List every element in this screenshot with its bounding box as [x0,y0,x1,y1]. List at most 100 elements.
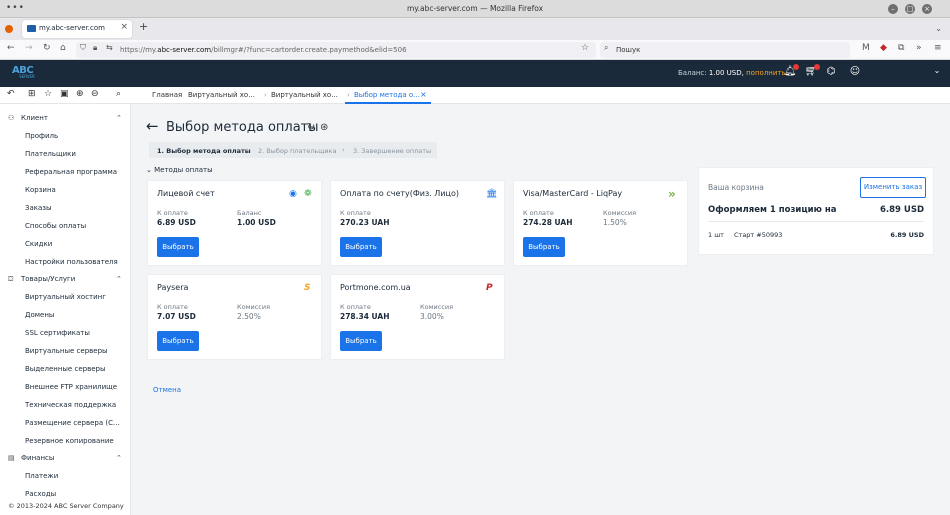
tab-list-chevron-icon[interactable]: ⌄ [935,24,942,33]
search-bar[interactable]: ⌕ Пошук [600,42,850,58]
account-wallet-icon: ◉ [289,189,297,199]
permissions-icon[interactable]: ⇆ [106,43,113,52]
cart-divider [708,221,924,222]
search-placeholder: Пошук [616,46,641,54]
select-button[interactable]: Выбрать [157,237,199,257]
cart-summary: Оформляем 1 позицию на [708,205,837,215]
sidebar-item-vps[interactable]: Виртуальные серверы [25,347,108,355]
step-separator-icon: › [342,146,345,154]
sidebar-item-support[interactable]: Техническая поддержка [25,401,116,409]
maximize-icon[interactable]: □ [905,4,915,14]
minimize-icon[interactable]: – [888,4,898,14]
favorite-star-icon[interactable]: ☆ [44,89,52,99]
extension-badge-icon[interactable]: ◆ [880,43,887,53]
step-2: 2. Выбор плательщика [258,147,337,155]
favicon-icon [27,25,36,32]
notification-bell-icon[interactable]: 🔔︎ [783,64,799,80]
select-button[interactable]: Выбрать [523,237,565,257]
sidebar-item-referral[interactable]: Реферальная программа [25,168,117,176]
card-title: Лицевой счет [157,189,215,198]
back-arrow-icon[interactable]: ← [146,117,159,135]
step-separator-icon: › [246,146,249,154]
sidebar-group-products[interactable]: ⛋ Товары/Услуги [8,275,75,284]
paymethod-card-liqpay[interactable]: Visa/MasterCard - LiqPay » К оплате 274.… [513,180,688,266]
breadcrumb-hosting-1[interactable]: Виртуальный хо... [188,91,255,99]
paymethod-card-portmone[interactable]: Portmone.com.ua P К оплате 278.34 UAH Ко… [330,274,505,360]
sidebar-item-payers[interactable]: Плательщики [25,150,76,158]
search-icon[interactable]: ⌕ [116,89,121,99]
breadcrumb-home[interactable]: Главная [152,91,182,99]
zoom-in-icon[interactable]: ⊕ [76,89,84,99]
methods-section-toggle[interactable]: ⌄ Методы оплаты [146,166,213,174]
select-button[interactable]: Выбрать [340,237,382,257]
breadcrumb-separator: › [264,91,267,99]
user-icon[interactable]: ☺ [848,66,862,80]
sidebar-item-profile[interactable]: Профиль [25,132,58,140]
portmone-icon: P [486,283,493,293]
cart-icon[interactable]: 🛒︎ [804,64,820,80]
toolbar: ↶ ⊞ ☆ ▣ ⊕ ⊖ ⌕ Главная Виртуальный хо... … [0,87,950,104]
paysera-icon: S [304,283,311,293]
paymethod-card-account[interactable]: Лицевой счет ◉ ❁ К оплате 6.89 USD Балан… [147,180,322,266]
briefcase-icon[interactable]: ▣ [60,89,69,99]
chevron-up-icon[interactable]: ⌃ [116,275,122,283]
gmail-icon[interactable]: M [862,43,870,53]
sidebar-group-client[interactable]: ⚇ Клиент [8,114,48,122]
forward-icon[interactable]: → [25,43,33,53]
abc-logo[interactable]: ABC SERVER [12,65,42,81]
sidebar-item-orders[interactable]: Заказы [25,204,52,212]
cart-item-name: Старт #50993 [734,231,783,239]
breadcrumb-close-icon[interactable]: × [420,90,427,99]
paymethod-card-paysera[interactable]: Paysera S К оплате 7.07 USD Комиссия 2.5… [147,274,322,360]
edit-order-button[interactable]: Изменить заказ [860,177,926,198]
zoom-out-icon[interactable]: ⊖ [91,89,99,99]
sidebar-item-ftp-storage[interactable]: Внешнее FTP хранилище [25,383,117,391]
chevron-up-icon[interactable]: ⌃ [116,454,122,462]
breadcrumb-hosting-2[interactable]: Виртуальный хо... [271,91,338,99]
close-window-icon[interactable]: × [922,4,932,14]
sidebar-item-payment-methods[interactable]: Способы оплаты [25,222,86,230]
cancel-link[interactable]: Отмена [153,386,181,394]
sidebar-item-cart[interactable]: Корзина [25,186,56,194]
back-icon[interactable]: ← [7,43,15,53]
overflow-menu-icon[interactable]: » [916,43,922,53]
hamburger-menu-icon[interactable]: ≡ [934,43,942,53]
support-headset-icon[interactable]: ⌬ [824,66,838,80]
extensions-icon[interactable]: ⧉ [898,43,904,53]
sidebar-item-domains[interactable]: Домены [25,311,54,319]
sidebar-item-expenses[interactable]: Расходы [25,490,56,498]
sidebar-item-ssl[interactable]: SSL сертификаты [25,329,90,337]
select-button[interactable]: Выбрать [340,331,382,351]
breadcrumb-paymethod[interactable]: Выбор метода о... [354,91,420,99]
user-menu-chevron-icon[interactable]: ⌄ [930,66,944,80]
box-icon: ⛋ [8,275,14,283]
chevron-up-icon[interactable]: ⌃ [116,114,122,122]
sidebar-item-payments[interactable]: Платежи [25,472,58,480]
reload-icon[interactable]: ↻ [43,43,51,53]
new-tab-icon[interactable]: + [139,20,148,33]
sidebar-item-discounts[interactable]: Скидки [25,240,52,248]
tab-close-icon[interactable]: × [120,22,128,32]
url-bar[interactable]: ⛉ 🔒︎ ⇆ https://my.abc-server.com/billmgr… [76,42,596,58]
card-title: Visa/MasterCard - LiqPay [523,189,623,198]
sidebar-item-colocation[interactable]: Размещение сервера (С... [25,419,120,427]
copyright: © 2013-2024 ABC Server Company [8,502,124,510]
shield-icon[interactable]: ⛉ [80,43,86,53]
sidebar-back-icon[interactable]: ↶ [7,89,15,99]
sidebar-item-virtual-hosting[interactable]: Виртуальный хостинг [25,293,106,301]
refresh-icon[interactable]: ↻ [307,122,315,133]
sidebar-item-dedicated[interactable]: Выделенные серверы [25,365,105,373]
select-button[interactable]: Выбрать [157,331,199,351]
sidebar-item-user-settings[interactable]: Настройки пользователя [25,258,118,266]
lock-icon[interactable]: 🔒︎ [93,43,97,53]
paymethod-card-invoice[interactable]: Оплата по счету(Физ. Лицо) 🏛︎ К оплате 2… [330,180,505,266]
globe-icon[interactable]: ⊛ [320,122,328,133]
bookmark-star-icon[interactable]: ☆ [581,43,589,53]
sidebar-group-finance[interactable]: ▤ Финансы [8,454,54,462]
topup-link[interactable]: пополнить [746,69,786,77]
sitemap-icon[interactable]: ⊞ [28,89,36,99]
home-icon[interactable]: ⌂ [60,43,66,53]
sidebar-item-backup[interactable]: Резервное копирование [25,437,114,445]
page-title: Выбор метода оплаты [166,120,319,135]
browser-tab[interactable]: my.abc-server.com × [22,20,132,38]
